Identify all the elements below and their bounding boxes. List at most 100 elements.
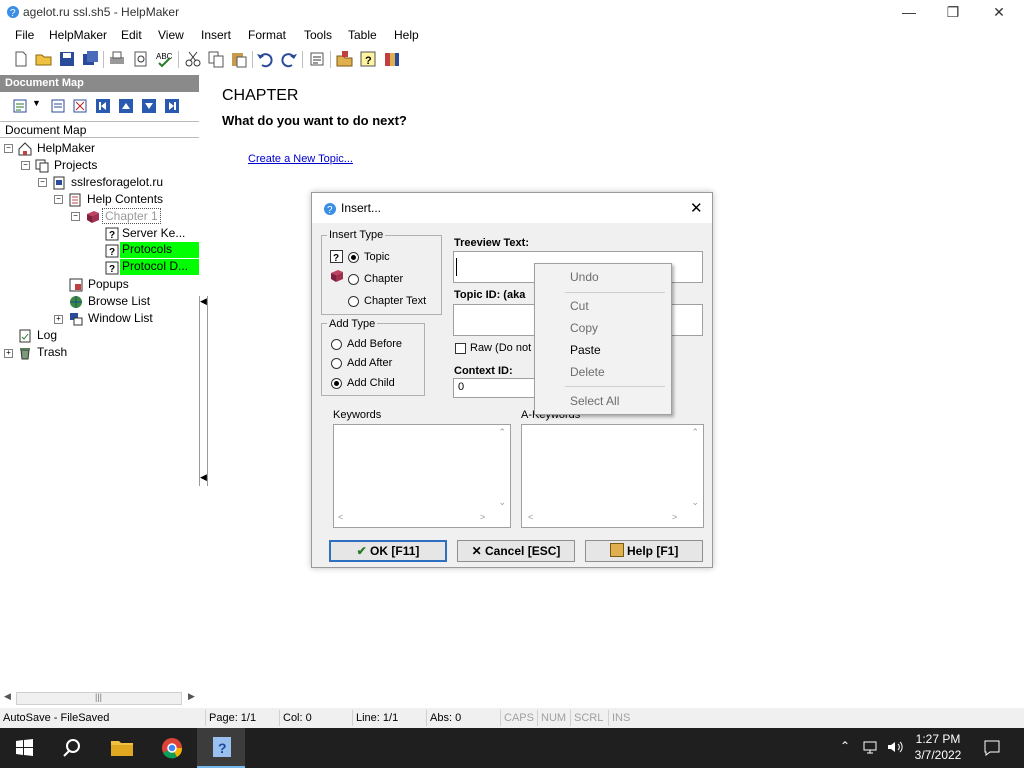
tree-item-trash[interactable]: Trash bbox=[37, 345, 67, 359]
paste-icon[interactable] bbox=[230, 50, 248, 68]
menu-format[interactable]: Format bbox=[248, 28, 286, 42]
compile-icon[interactable] bbox=[383, 50, 401, 68]
scroll-up-icon[interactable]: ⌃ bbox=[691, 427, 699, 438]
tree-item-window-list[interactable]: Window List bbox=[88, 311, 153, 325]
helpmaker-taskbar-button[interactable]: ? bbox=[197, 728, 245, 768]
tree-item-topic[interactable]: Server Ke... bbox=[122, 226, 185, 240]
new-file-icon[interactable] bbox=[12, 50, 30, 68]
pane-splitter[interactable]: ◀ ◀ bbox=[199, 296, 208, 486]
ok-button[interactable]: ✔ OK [F11] bbox=[329, 540, 447, 562]
chevron-left-icon[interactable]: ◀ bbox=[200, 472, 207, 483]
menu-insert[interactable]: Insert bbox=[201, 28, 231, 42]
minimize-button[interactable]: — bbox=[886, 0, 932, 24]
search-icon[interactable] bbox=[48, 728, 96, 768]
menu-item-cut[interactable]: Cut bbox=[570, 299, 589, 313]
scroll-grip-icon[interactable]: ||| bbox=[95, 692, 102, 702]
collapse-toggle[interactable]: − bbox=[4, 144, 13, 153]
delete-item-icon[interactable] bbox=[72, 98, 88, 114]
radio-chapter-text[interactable] bbox=[348, 296, 359, 307]
radio-topic-label[interactable]: Topic bbox=[364, 251, 390, 263]
menu-helpmaker[interactable]: HelpMaker bbox=[49, 28, 107, 42]
cancel-button[interactable]: ✕ Cancel [ESC] bbox=[457, 540, 575, 562]
edit-item-icon[interactable] bbox=[50, 98, 66, 114]
radio-add-before-label[interactable]: Add Before bbox=[347, 338, 402, 350]
create-topic-link[interactable]: Create a New Topic... bbox=[248, 153, 353, 165]
notifications-icon[interactable] bbox=[983, 739, 1001, 757]
chevron-down-icon[interactable]: ▼ bbox=[32, 98, 41, 108]
raw-checkbox[interactable] bbox=[455, 343, 466, 354]
menu-item-select-all[interactable]: Select All bbox=[570, 394, 619, 408]
menu-item-paste[interactable]: Paste bbox=[570, 343, 601, 357]
scroll-down-icon[interactable]: ⌄ bbox=[498, 497, 506, 508]
scroll-left-icon[interactable]: < bbox=[528, 512, 533, 522]
menu-item-delete[interactable]: Delete bbox=[570, 365, 605, 379]
scroll-left-icon[interactable]: ◀ bbox=[4, 691, 11, 702]
help-button[interactable]: Help [F1] bbox=[585, 540, 703, 562]
properties-icon[interactable] bbox=[308, 50, 326, 68]
move-last-icon[interactable] bbox=[164, 98, 180, 114]
radio-chapter-label[interactable]: Chapter bbox=[364, 273, 403, 285]
project-icon[interactable] bbox=[336, 50, 354, 68]
tree-item-log[interactable]: Log bbox=[37, 328, 57, 342]
collapse-toggle[interactable]: − bbox=[38, 178, 47, 187]
collapse-toggle[interactable]: − bbox=[71, 212, 80, 221]
radio-chapter-text-label[interactable]: Chapter Text bbox=[364, 295, 426, 307]
open-folder-icon[interactable] bbox=[35, 50, 53, 68]
move-first-icon[interactable] bbox=[95, 98, 111, 114]
menu-help[interactable]: Help bbox=[394, 28, 419, 42]
radio-add-after-label[interactable]: Add After bbox=[347, 357, 392, 369]
scroll-up-icon[interactable]: ⌃ bbox=[498, 427, 506, 438]
context-id-input[interactable]: 0 bbox=[453, 378, 543, 398]
tree-item-topic[interactable]: Protocols bbox=[120, 242, 199, 258]
copy-icon[interactable] bbox=[207, 50, 225, 68]
radio-chapter[interactable] bbox=[348, 274, 359, 285]
tree-item-project[interactable]: sslresforagelot.ru bbox=[71, 175, 163, 189]
help-topic-icon[interactable]: ? bbox=[359, 50, 377, 68]
tree-horizontal-scrollbar[interactable]: ◀ ||| ▶ bbox=[0, 691, 199, 707]
radio-add-after[interactable] bbox=[331, 358, 342, 369]
dialog-close-icon[interactable]: ✕ bbox=[690, 199, 703, 217]
scroll-right-icon[interactable]: > bbox=[480, 512, 485, 522]
expand-toggle[interactable]: + bbox=[4, 349, 13, 358]
close-window-button[interactable]: ✕ bbox=[976, 0, 1022, 24]
expand-toggle[interactable]: + bbox=[54, 315, 63, 324]
print-icon[interactable] bbox=[108, 50, 126, 68]
radio-add-child-label[interactable]: Add Child bbox=[347, 377, 395, 389]
menu-table[interactable]: Table bbox=[348, 28, 377, 42]
menu-file[interactable]: File bbox=[15, 28, 34, 42]
menu-item-copy[interactable]: Copy bbox=[570, 321, 598, 335]
tree-item-chapter[interactable]: Chapter 1 bbox=[102, 208, 161, 224]
chevron-left-icon[interactable]: ◀ bbox=[200, 296, 207, 307]
a-keywords-list[interactable]: ⌃ ⌄ < > bbox=[521, 424, 704, 528]
move-up-icon[interactable] bbox=[118, 98, 134, 114]
volume-icon[interactable] bbox=[886, 739, 904, 755]
tree-item-help-contents[interactable]: Help Contents bbox=[87, 192, 163, 206]
menu-item-undo[interactable]: Undo bbox=[570, 270, 599, 284]
scroll-left-icon[interactable]: < bbox=[338, 512, 343, 522]
scroll-right-icon[interactable]: > bbox=[672, 512, 677, 522]
radio-topic[interactable] bbox=[348, 252, 359, 263]
tree-item-popups[interactable]: Popups bbox=[88, 277, 129, 291]
scroll-down-icon[interactable]: ⌄ bbox=[691, 497, 699, 508]
windows-start-icon[interactable] bbox=[0, 728, 48, 768]
taskbar-clock[interactable]: 1:27 PM 3/7/2022 bbox=[906, 731, 970, 763]
print-preview-icon[interactable] bbox=[132, 50, 150, 68]
save-all-icon[interactable] bbox=[81, 50, 99, 68]
keywords-list[interactable]: ⌃ ⌄ < > bbox=[333, 424, 511, 528]
move-down-icon[interactable] bbox=[141, 98, 157, 114]
menu-tools[interactable]: Tools bbox=[304, 28, 332, 42]
restore-button[interactable]: ❐ bbox=[930, 0, 976, 24]
radio-add-child[interactable] bbox=[331, 378, 342, 389]
menu-view[interactable]: View bbox=[158, 28, 184, 42]
chevron-up-icon[interactable]: ⌃ bbox=[840, 739, 850, 753]
menu-edit[interactable]: Edit bbox=[121, 28, 142, 42]
radio-add-before[interactable] bbox=[331, 339, 342, 350]
collapse-toggle[interactable]: − bbox=[54, 195, 63, 204]
tree-item-helpmaker[interactable]: HelpMaker bbox=[37, 141, 95, 155]
chrome-icon[interactable] bbox=[148, 728, 196, 768]
scroll-right-icon[interactable]: ▶ bbox=[188, 691, 195, 702]
file-explorer-icon[interactable] bbox=[98, 728, 146, 768]
save-icon[interactable] bbox=[58, 50, 76, 68]
tree-item-topic[interactable]: Protocol D... bbox=[120, 259, 199, 275]
network-icon[interactable] bbox=[862, 739, 880, 755]
